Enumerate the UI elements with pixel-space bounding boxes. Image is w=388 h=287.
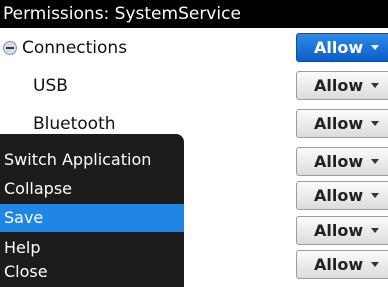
context-menu: Switch Application Collapse Save Help Cl… [0, 134, 184, 287]
permission-value: Allow [314, 221, 364, 240]
chevron-down-icon [371, 121, 379, 126]
chevron-down-icon [371, 159, 379, 164]
permission-label: USB [33, 76, 68, 96]
chevron-down-icon [371, 228, 379, 233]
menu-item-switch-application[interactable]: Switch Application [0, 146, 184, 174]
permission-value: Allow [314, 255, 364, 274]
permission-row-usb[interactable]: USB Allow [0, 66, 388, 106]
menu-item-close[interactable]: Close [0, 258, 184, 286]
permission-dropdown[interactable]: Allow [296, 250, 388, 279]
chevron-down-icon [371, 193, 379, 198]
permission-value: Allow [314, 76, 364, 95]
permission-dropdown[interactable]: Allow [296, 216, 388, 245]
menu-item-collapse[interactable]: Collapse [0, 175, 184, 203]
chevron-down-icon [371, 83, 379, 88]
permission-row-connections[interactable]: Connections Allow [0, 28, 388, 68]
window-title: Permissions: SystemService [0, 0, 388, 28]
permission-label: Connections [22, 38, 128, 58]
permission-dropdown[interactable]: Allow [296, 181, 388, 210]
collapse-icon[interactable] [3, 41, 17, 55]
chevron-down-icon [371, 262, 379, 267]
permission-value: Allow [314, 114, 364, 133]
permission-dropdown[interactable]: Allow [296, 71, 388, 100]
permission-value: Allow [314, 38, 364, 57]
permission-dropdown[interactable]: Allow [296, 147, 388, 176]
permission-dropdown[interactable]: Allow [296, 109, 388, 138]
permission-value: Allow [314, 186, 364, 205]
permission-dropdown[interactable]: Allow [296, 33, 388, 62]
permission-value: Allow [314, 152, 364, 171]
chevron-down-icon [371, 45, 379, 50]
menu-item-save[interactable]: Save [0, 204, 184, 232]
